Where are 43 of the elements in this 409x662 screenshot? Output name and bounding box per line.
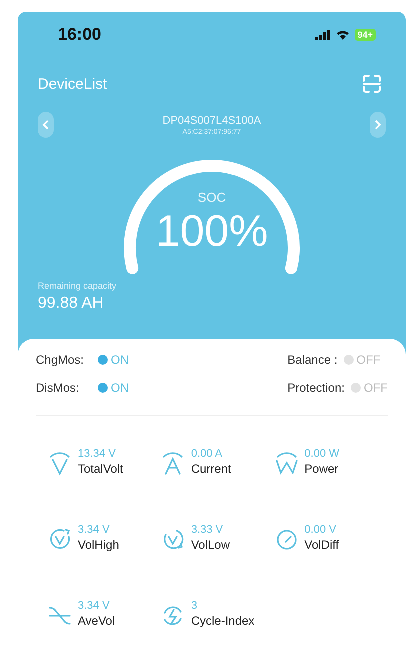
wifi-icon <box>336 30 350 40</box>
metric-label: VolLow <box>191 538 230 552</box>
scan-icon[interactable] <box>362 74 382 94</box>
metric-value: 13.34 V <box>78 448 117 460</box>
device-list-link[interactable]: DeviceList <box>38 76 108 92</box>
battery-level: 94+ <box>354 29 376 41</box>
next-device-button[interactable] <box>370 112 386 138</box>
metric-label: TotalVolt <box>78 462 124 476</box>
metric-label: Power <box>304 462 340 476</box>
metric-label: VolHigh <box>78 538 120 552</box>
volt-icon <box>48 450 72 476</box>
voltage-up-icon <box>48 526 72 552</box>
metric-value: 3.34 V <box>78 600 111 612</box>
metric-label: VolDiff <box>304 538 340 552</box>
remaining-capacity-value: 99.88 AH <box>38 295 105 313</box>
remaining-capacity-label: Remaining capacity <box>38 281 118 291</box>
status-time: 16:00 <box>58 25 102 45</box>
state-label: DisMos: <box>36 381 80 395</box>
metric-value: 0.00 W <box>304 448 340 460</box>
metric-label: AveVol <box>78 614 116 628</box>
watt-icon <box>274 450 299 476</box>
state-label: ChgMos: <box>36 353 86 367</box>
soc-label: SOC <box>196 190 228 205</box>
metric-value: 3.34 V <box>78 524 111 536</box>
metric-label: Cycle-Index <box>191 614 255 628</box>
chevron-left-icon <box>42 120 50 130</box>
metric-value: 0.00 A <box>191 448 224 460</box>
chevron-right-icon <box>374 120 382 130</box>
metric-value: 0.00 V <box>304 524 338 536</box>
metric-label: Current <box>191 462 232 476</box>
soc-value: 100% <box>154 207 270 257</box>
state-value: OFF <box>356 353 381 367</box>
previous-device-button[interactable] <box>38 112 54 138</box>
signal-icon <box>314 30 331 40</box>
state-label: Balance : <box>288 353 338 367</box>
device-name: DP04S007L4S100A <box>162 114 262 126</box>
metric-value: 3.33 V <box>191 524 224 536</box>
state-value: ON <box>111 381 129 395</box>
state-value: OFF <box>364 381 388 395</box>
state-value: ON <box>111 353 129 367</box>
ampere-icon <box>161 450 186 476</box>
state-label: Protection: <box>288 381 345 395</box>
metric-value: 3 <box>191 600 198 612</box>
